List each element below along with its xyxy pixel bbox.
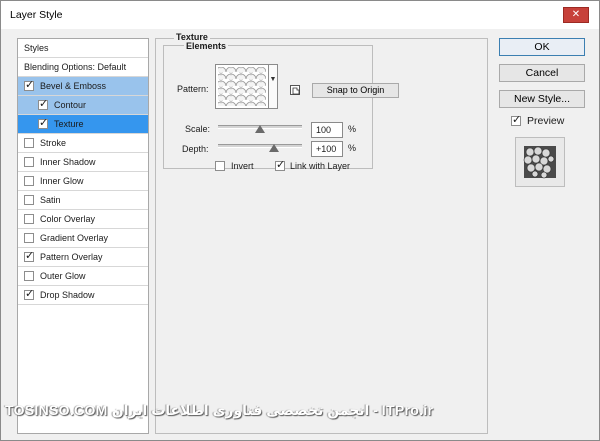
scale-slider-thumb[interactable]	[255, 125, 265, 133]
scale-input[interactable]: 100	[311, 122, 343, 138]
style-item-outer-glow[interactable]: Outer Glow	[18, 267, 148, 286]
blending-options-label: Blending Options: Default	[24, 62, 127, 72]
elements-group-title: Elements	[184, 41, 229, 51]
style-item-stroke[interactable]: Stroke	[18, 134, 148, 153]
style-item-pattern-overlay[interactable]: ✓ Pattern Overlay	[18, 248, 148, 267]
style-item-checkbox[interactable]	[24, 176, 34, 186]
blending-options-item[interactable]: Blending Options: Default	[18, 58, 148, 77]
preview-checkbox[interactable]: ✓	[511, 113, 522, 126]
style-item-label: Pattern Overlay	[40, 252, 103, 262]
depth-input[interactable]: +100	[311, 141, 343, 157]
scale-percent-sign: %	[348, 124, 357, 134]
depth-slider-thumb[interactable]	[269, 144, 279, 152]
checkmark-icon: ✓	[512, 113, 522, 126]
pattern-dropdown-arrow[interactable]: ▼	[269, 64, 278, 109]
snap-to-origin-button[interactable]: Snap to Origin	[312, 83, 399, 98]
style-item-label: Satin	[40, 195, 61, 205]
style-item-checkbox[interactable]	[24, 214, 34, 224]
preview-label: Preview	[527, 115, 565, 127]
style-item-label: Stroke	[40, 138, 67, 148]
style-item-gradient-overlay[interactable]: Gradient Overlay	[18, 229, 148, 248]
style-item-checkbox[interactable]: ✓	[38, 116, 49, 129]
style-item-label: Color Overlay	[40, 214, 96, 224]
depth-label: Depth:	[182, 144, 209, 154]
style-item-label: Bevel & Emboss	[40, 81, 107, 91]
checkmark-icon: ✓	[39, 97, 49, 110]
style-item-inner-glow[interactable]: Inner Glow	[18, 172, 148, 191]
style-item-satin[interactable]: Satin	[18, 191, 148, 210]
style-item-checkbox[interactable]	[24, 233, 34, 243]
new-style-button[interactable]: New Style...	[499, 90, 585, 108]
checkmark-icon: ✓	[25, 78, 35, 91]
dialog-client-area: Styles Blending Options: Default ✓ Bevel …	[7, 30, 593, 435]
link-with-layer-checkbox[interactable]: ✓	[275, 158, 286, 171]
style-item-bevel-emboss[interactable]: ✓ Bevel & Emboss	[18, 77, 148, 96]
invert-checkbox[interactable]	[215, 161, 225, 171]
checkmark-icon: ✓	[276, 158, 286, 171]
style-item-label: Contour	[54, 100, 87, 110]
checkmark-icon: ✓	[25, 249, 35, 262]
invert-label: Invert	[231, 161, 254, 171]
preview-texture-image	[523, 146, 556, 179]
pattern-label: Pattern:	[177, 84, 209, 94]
style-item-label: Drop Shadow	[40, 290, 95, 300]
style-item-color-overlay[interactable]: Color Overlay	[18, 210, 148, 229]
style-item-label: Texture	[54, 119, 84, 129]
style-item-label: Inner Glow	[40, 176, 84, 186]
new-preset-icon[interactable]	[290, 85, 300, 95]
cancel-button[interactable]: Cancel	[499, 64, 585, 82]
styles-list: Styles Blending Options: Default ✓ Bevel …	[17, 38, 149, 434]
title-bar[interactable]: Layer Style ✕	[1, 1, 599, 29]
style-item-checkbox[interactable]	[24, 138, 34, 148]
style-item-checkbox[interactable]: ✓	[24, 249, 35, 262]
checkmark-icon: ✓	[39, 116, 49, 129]
style-item-label: Inner Shadow	[40, 157, 96, 167]
style-item-checkbox[interactable]	[24, 271, 34, 281]
depth-slider-track[interactable]	[218, 144, 302, 148]
pattern-swatch[interactable]	[215, 64, 269, 109]
scale-label: Scale:	[185, 124, 211, 134]
style-item-checkbox[interactable]: ✓	[24, 78, 35, 91]
close-button[interactable]: ✕	[563, 7, 589, 23]
site-watermark: TOSINSO.COM انجمن تخصصی فناوری اطلاعات ا…	[5, 402, 434, 418]
window-title: Layer Style	[10, 9, 63, 21]
style-item-inner-shadow[interactable]: Inner Shadow	[18, 153, 148, 172]
checkmark-icon: ✓	[25, 287, 35, 300]
style-item-checkbox[interactable]	[24, 157, 34, 167]
styles-header-label: Styles	[24, 43, 49, 53]
style-item-checkbox[interactable]: ✓	[24, 287, 35, 300]
layer-style-dialog: Layer Style ✕ Styles Blending Options: D…	[0, 0, 600, 441]
style-item-drop-shadow[interactable]: ✓ Drop Shadow	[18, 286, 148, 305]
depth-percent-sign: %	[348, 143, 357, 153]
style-preview-thumbnail	[515, 137, 565, 187]
styles-header[interactable]: Styles	[18, 39, 148, 58]
style-item-texture[interactable]: ✓ Texture	[18, 115, 148, 134]
style-item-label: Gradient Overlay	[40, 233, 109, 243]
style-item-checkbox[interactable]: ✓	[38, 97, 49, 110]
style-item-contour[interactable]: ✓ Contour	[18, 96, 148, 115]
style-item-checkbox[interactable]	[24, 195, 34, 205]
ok-button[interactable]: OK	[499, 38, 585, 56]
link-with-layer-label: Link with Layer	[290, 161, 351, 171]
pattern-preview-image	[218, 67, 266, 106]
style-item-label: Outer Glow	[40, 271, 86, 281]
